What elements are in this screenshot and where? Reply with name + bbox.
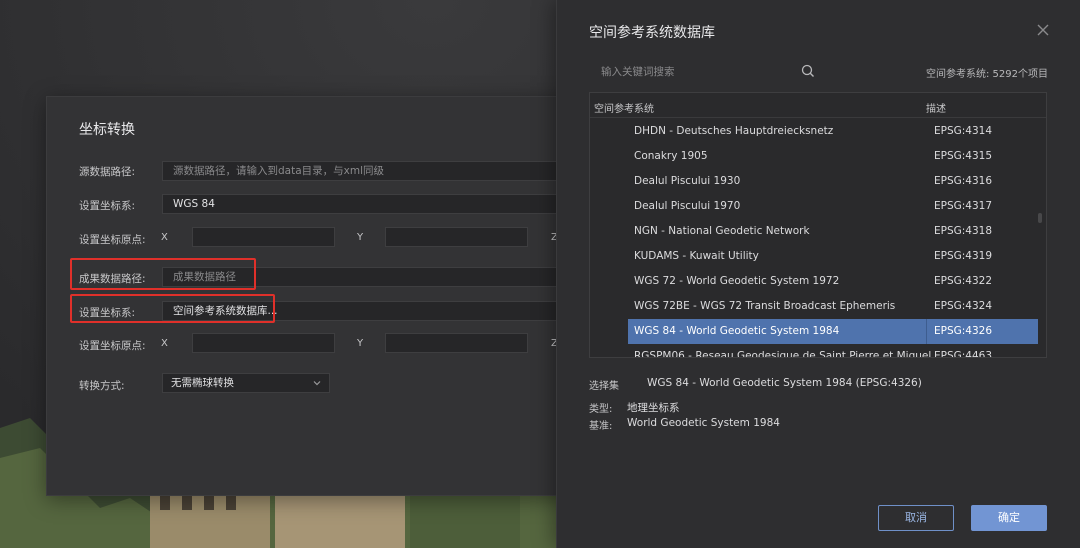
srs-name: WGS 72BE - WGS 72 Transit Broadcast Ephe…	[634, 300, 896, 312]
ok-button[interactable]: 确定	[971, 505, 1047, 531]
set-crs-label: 设置坐标系:	[79, 200, 136, 212]
source-path-label: 源数据路径:	[79, 166, 136, 178]
srs-name: RGSPM06 - Reseau Geodesique de Saint Pie…	[634, 350, 932, 358]
axis-y-label: Y	[357, 338, 364, 349]
set-origin-label: 设置坐标原点:	[79, 340, 146, 352]
axis-y-label: Y	[357, 232, 364, 243]
selection-label: 选择集	[589, 381, 619, 392]
table-row[interactable]: DHDN - Deutsches Hauptdreiecksnetz EPSG:4…	[628, 119, 1038, 144]
selection-value: WGS 84 - World Geodetic System 1984 (EPS…	[647, 377, 922, 389]
chevron-down-icon	[313, 381, 321, 386]
close-icon[interactable]	[1036, 23, 1050, 37]
convert-mode-value: 无需椭球转换	[171, 377, 234, 389]
item-count: 空间参考系统: 5292个项目	[926, 69, 1048, 80]
dialog-title: 空间参考系统数据库	[589, 25, 715, 41]
srs-name: Conakry 1905	[634, 150, 708, 162]
convert-mode-label: 转换方式:	[79, 380, 125, 392]
srs-code: EPSG:4326	[934, 325, 993, 337]
cancel-button[interactable]: 取消	[878, 505, 954, 531]
table-row[interactable]: WGS 72BE - WGS 72 Transit Broadcast Ephe…	[628, 294, 1038, 319]
srs-code: EPSG:4318	[934, 225, 993, 237]
origin-x-input[interactable]	[192, 333, 335, 353]
highlight-target-crs	[70, 294, 275, 323]
srs-name: WGS 84 - World Geodetic System 1984	[634, 325, 840, 337]
srs-name: Dealul Piscului 1930	[634, 175, 741, 187]
origin-y-input[interactable]	[385, 333, 528, 353]
coordinate-conversion-dialog: 坐标转换 源数据路径: 源数据路径，请输入到data目录，与xml同级 设置坐标…	[46, 96, 592, 496]
highlight-result-path	[70, 258, 256, 290]
header-divider	[590, 117, 1046, 118]
srs-table: 空间参考系统 描述 DHDN - Deutsches Hauptdreiecks…	[589, 92, 1047, 358]
srs-name: DHDN - Deutsches Hauptdreiecksnetz	[634, 125, 834, 137]
srs-code: EPSG:4322	[934, 275, 993, 287]
datum-value: World Geodetic System 1984	[627, 417, 780, 429]
table-row[interactable]: KUDAMS - Kuwait Utility EPSG:4319	[628, 244, 1038, 269]
column-divider	[926, 319, 927, 344]
srs-code: EPSG:4315	[934, 150, 993, 162]
table-row[interactable]: NGN - National Geodetic Network EPSG:4318	[628, 219, 1038, 244]
srs-name: NGN - National Geodetic Network	[634, 225, 810, 237]
srs-code: EPSG:4319	[934, 250, 993, 262]
type-value: 地理坐标系	[627, 402, 680, 414]
search-input[interactable]	[591, 61, 819, 83]
datum-label: 基准:	[589, 421, 613, 432]
table-row[interactable]: RGSPM06 - Reseau Geodesique de Saint Pie…	[628, 344, 1038, 358]
origin-y-input[interactable]	[385, 227, 528, 247]
srs-name: KUDAMS - Kuwait Utility	[634, 250, 759, 262]
table-row[interactable]: WGS 72 - World Geodetic System 1972 EPSG:…	[628, 269, 1038, 294]
convert-mode-select[interactable]: 无需椭球转换	[162, 373, 330, 393]
srs-name: Dealul Piscului 1970	[634, 200, 741, 212]
srs-code: EPSG:4316	[934, 175, 993, 187]
axis-x-label: X	[161, 232, 168, 243]
srs-code: EPSG:4314	[934, 125, 993, 137]
table-row[interactable]: WGS 84 - World Geodetic System 1984 EPSG:…	[628, 319, 1038, 344]
srs-code: EPSG:4324	[934, 300, 993, 312]
srs-code: EPSG:4317	[934, 200, 993, 212]
srs-code: EPSG:4463	[934, 350, 993, 358]
table-row[interactable]: Conakry 1905 EPSG:4315	[628, 144, 1038, 169]
srs-database-dialog: 空间参考系统数据库 空间参考系统: 5292个项目 空间参考系统 描述 DHDN…	[556, 0, 1080, 548]
axis-x-label: X	[161, 338, 168, 349]
set-origin-label: 设置坐标原点:	[79, 234, 146, 246]
type-label: 类型:	[589, 404, 613, 415]
table-row[interactable]: Dealul Piscului 1930 EPSG:4316	[628, 169, 1038, 194]
srs-name: WGS 72 - World Geodetic System 1972	[634, 275, 840, 287]
source-path-input[interactable]: 源数据路径，请输入到data目录，与xml同级	[162, 161, 592, 181]
source-crs-field[interactable]: WGS 84	[162, 194, 592, 214]
scrollbar[interactable]	[1038, 213, 1042, 223]
column-header-name: 空间参考系统	[594, 104, 654, 115]
search-icon[interactable]	[801, 64, 815, 78]
origin-x-input[interactable]	[192, 227, 335, 247]
dialog-title: 坐标转换	[79, 122, 135, 138]
table-row[interactable]: Dealul Piscului 1970 EPSG:4317	[628, 194, 1038, 219]
column-header-desc: 描述	[926, 104, 946, 115]
